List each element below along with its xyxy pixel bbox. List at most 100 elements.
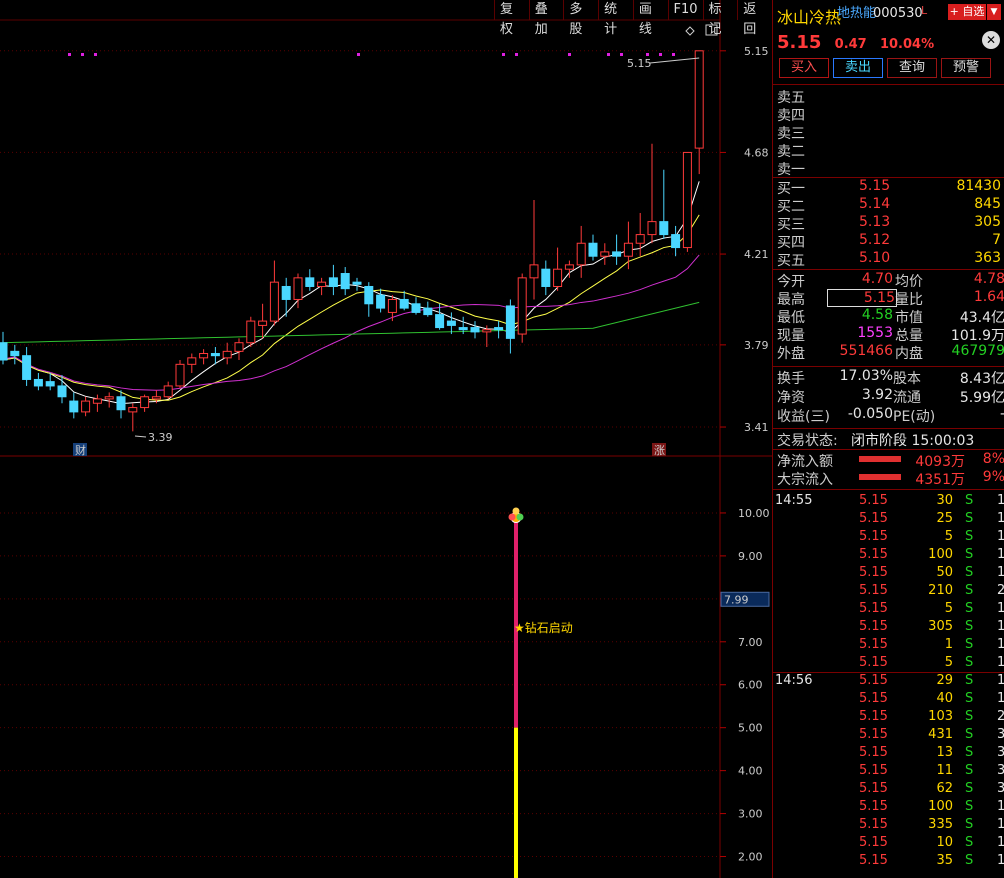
divider	[773, 269, 1004, 270]
tick-price: 5.15	[859, 547, 888, 562]
level-label: 买二	[777, 199, 805, 215]
tick-row: 5.15 10 S 1	[773, 835, 1004, 853]
tick-row: 5.15 335 S 1	[773, 817, 1004, 835]
stat-value: 467979	[951, 343, 1004, 359]
candle-body	[482, 329, 492, 333]
indicator-tick-label: 9.00	[738, 550, 763, 563]
tick-side: S	[965, 529, 974, 544]
tick-row: 5.15 5 S 1	[773, 655, 1004, 673]
stat-row: 今开 4.70 均价 4.78	[777, 271, 1004, 290]
level-label: 卖五	[777, 90, 805, 106]
candle-body	[281, 285, 291, 300]
kline-chart[interactable]: 5.154.684.213.793.415.153.39财涨10.009.008…	[0, 0, 772, 878]
tick-row: 5.15 305 S 1	[773, 619, 1004, 637]
stat-label: 内盘	[895, 346, 923, 362]
tick-count: 2	[997, 583, 1004, 598]
stat-label: 换手	[777, 371, 805, 387]
toolbar-button[interactable]: 标记	[702, 0, 738, 37]
order-book-row[interactable]: 买二 5.14 845	[777, 196, 1003, 215]
stat-value: 43.4亿	[959, 310, 1004, 326]
level-volume: 845	[974, 196, 1001, 212]
tick-row: 14:55 5.15 30 S 1	[773, 493, 1004, 511]
candle-body	[22, 355, 32, 380]
order-book-row[interactable]: 卖二	[777, 141, 1003, 160]
tick-side: S	[965, 583, 974, 598]
stat-label: 最高	[777, 292, 805, 308]
close-icon[interactable]: ✕	[982, 31, 1000, 49]
stat-label: 均价	[895, 274, 923, 290]
tick-price: 5.15	[859, 853, 888, 868]
candle-body	[128, 407, 138, 413]
signal-dot	[568, 53, 571, 56]
stat-value: 5.99亿	[959, 390, 1004, 406]
kline-chart-area[interactable]: 5.154.684.213.793.415.153.39财涨10.009.008…	[0, 0, 772, 878]
tick-price: 5.15	[859, 637, 888, 652]
toolbar-button[interactable]: 多股	[563, 0, 598, 37]
candle-body	[92, 398, 102, 404]
toolbar-button[interactable]: 返回	[737, 0, 772, 37]
candle-body	[293, 277, 303, 300]
tick-count: 1	[997, 835, 1004, 850]
tick-price: 5.15	[859, 493, 888, 508]
order-book-row[interactable]: 买五 5.10 363	[777, 250, 1003, 269]
level-volume: 81430	[956, 178, 1001, 194]
candle-body	[494, 327, 504, 331]
sell-button[interactable]: 卖出	[833, 58, 883, 78]
candle-body	[33, 378, 43, 387]
order-book-row[interactable]: 买一 5.15 81430	[777, 178, 1003, 197]
divider	[773, 428, 1004, 429]
tick-side: S	[965, 601, 974, 616]
candle-body	[10, 350, 20, 357]
stat-label: 收益(三)	[777, 409, 830, 425]
tick-count: 1	[997, 691, 1004, 706]
stock-code: 000530	[873, 6, 923, 21]
buy-button[interactable]: 买入	[779, 58, 829, 78]
stat-value: 101.9万	[950, 328, 1004, 344]
candle-body	[317, 281, 327, 287]
toolbar-button[interactable]: 叠加	[528, 0, 564, 37]
tick-count: 1	[997, 565, 1004, 580]
stat-value: 17.03%	[839, 368, 893, 384]
order-book-row[interactable]: 买三 5.13 305	[777, 214, 1003, 233]
stat-label: 净资	[777, 390, 805, 406]
tick-side: S	[965, 637, 974, 652]
candle-body	[81, 400, 91, 413]
candle-body	[541, 268, 551, 287]
candle-body	[328, 277, 338, 287]
candle-body	[305, 277, 315, 287]
flow-row: 净流入额 4093万 8%	[777, 451, 1004, 470]
tick-side: S	[965, 655, 974, 670]
tick-price: 5.15	[859, 709, 888, 724]
toolbar-button[interactable]: F10	[667, 0, 703, 20]
tick-row: 14:56 5.15 29 S 1	[773, 673, 1004, 691]
order-book-row[interactable]: 卖五	[777, 87, 1003, 106]
candle-body	[659, 221, 669, 236]
alert-button[interactable]: 预警	[941, 58, 991, 78]
concept-tag[interactable]: 地热能	[837, 2, 876, 21]
tick-row: 5.15 40 S 1	[773, 691, 1004, 709]
tick-volume: 335	[928, 817, 953, 832]
tick-count: 1	[997, 511, 1004, 526]
query-button[interactable]: 查询	[887, 58, 937, 78]
candle-body	[387, 298, 397, 313]
stat-row: 现量 1553 总量 101.9万	[777, 325, 1004, 344]
toolbar-button[interactable]: 画线	[632, 0, 668, 37]
toolbar-button[interactable]: 复权	[494, 0, 529, 37]
order-book-row[interactable]: 买四 5.12 7	[777, 232, 1003, 251]
order-book-row[interactable]: 卖三	[777, 123, 1003, 142]
flow-value: 4351万	[915, 472, 965, 488]
diamond-icon	[685, 26, 695, 36]
order-book-row[interactable]: 卖四	[777, 105, 1003, 124]
toolbar-button[interactable]: 统计	[598, 0, 633, 37]
candle-body	[671, 234, 681, 249]
order-book-row[interactable]: 卖一	[777, 159, 1003, 178]
tick-side: S	[965, 493, 974, 508]
tick-price: 5.15	[859, 763, 888, 778]
tick-volume: 25	[936, 511, 953, 526]
candle-body	[140, 396, 150, 409]
stat-value: 4.70	[861, 271, 893, 287]
level-label: 卖四	[777, 108, 805, 124]
add-favorite-button[interactable]: + 自选	[948, 4, 986, 20]
favorite-dropdown-icon[interactable]: ▼	[987, 4, 1001, 20]
tick-volume: 35	[936, 853, 953, 868]
